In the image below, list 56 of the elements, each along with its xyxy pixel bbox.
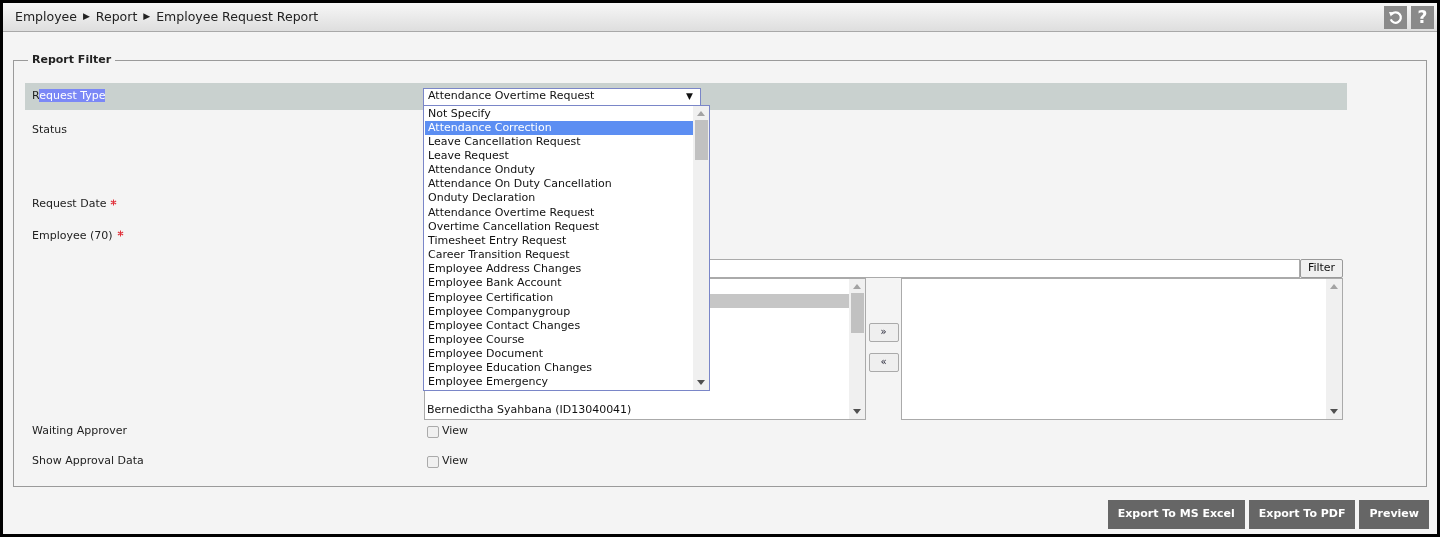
action-button[interactable]: Export To PDF xyxy=(1248,499,1356,529)
dropdown-option[interactable]: Employee Address Changes xyxy=(425,262,693,277)
dropdown-option[interactable]: Employee Course xyxy=(425,333,693,348)
action-button[interactable]: Preview xyxy=(1359,499,1429,529)
scroll-thumb[interactable] xyxy=(694,119,708,160)
dropdown-option[interactable]: Leave Request xyxy=(425,148,693,164)
field-label: Show Approval Data xyxy=(32,453,144,470)
scrollbar[interactable] xyxy=(693,105,709,390)
refresh-button[interactable] xyxy=(1384,5,1407,29)
dropdown-option[interactable]: Employee Document xyxy=(425,347,693,362)
checkbox-label: View xyxy=(442,453,469,470)
scroll-down-icon xyxy=(1330,408,1338,414)
dropdown-option[interactable]: Leave Cancellation Request xyxy=(425,134,693,149)
field-label: Request Date xyxy=(32,196,107,213)
select-field[interactable]: Attendance Overtime Request ▼ xyxy=(423,87,701,106)
dropdown-option[interactable]: Career Transition Request xyxy=(425,248,693,263)
move-button[interactable]: « xyxy=(868,352,899,372)
scroll-up-icon xyxy=(853,283,861,289)
checkbox-label: View xyxy=(442,423,469,440)
dropdown-option[interactable]: Timesheet Entry Request xyxy=(425,233,693,249)
dropdown-option[interactable]: Attendance On Duty Cancellation xyxy=(425,177,693,192)
breadcrumb-item[interactable]: Employee Request Report xyxy=(156,7,319,27)
checkbox[interactable] xyxy=(427,425,439,438)
breadcrumb-separator: ▶ xyxy=(82,10,90,24)
filter-button[interactable]: Filter xyxy=(1300,258,1343,278)
dropdown-option[interactable]: Employee Education Changes xyxy=(425,361,693,376)
dropdown-option[interactable]: Employee Certification xyxy=(425,290,693,305)
breadcrumb-item[interactable]: Report xyxy=(95,7,138,27)
dropdown-option[interactable]: Overtime Cancellation Request xyxy=(425,219,693,234)
breadcrumb-item[interactable]: Employee xyxy=(15,7,77,27)
dropdown-option[interactable]: Onduty Declaration xyxy=(425,191,693,206)
list-item[interactable]: Bernedictha Syahbana (ID13040041) xyxy=(425,402,849,417)
breadcrumb-separator: ▶ xyxy=(143,10,151,24)
field-label: Request Type xyxy=(32,87,106,104)
scroll-thumb[interactable] xyxy=(850,292,864,333)
dropdown-option[interactable]: Attendance Onduty xyxy=(425,163,693,178)
field-label: Status xyxy=(32,121,68,138)
scroll-down-icon xyxy=(697,379,705,385)
field-label: Employee (70) xyxy=(32,227,113,244)
checkbox[interactable] xyxy=(427,455,439,468)
dropdown-option[interactable]: Not Specify xyxy=(425,106,693,121)
dropdown-option[interactable]: Employee Contact Changes xyxy=(425,318,693,333)
dropdown-arrow: ▼ xyxy=(686,89,693,103)
move-button[interactable]: » xyxy=(868,322,899,342)
dropdown-option[interactable]: Employee Bank Account xyxy=(425,276,693,291)
scrollbar[interactable] xyxy=(849,278,865,419)
field-label: Waiting Approver xyxy=(32,423,128,440)
dropdown-option[interactable]: Employee Companygroup xyxy=(425,304,693,319)
panel-legend: Report Filter xyxy=(28,52,116,69)
dropdown-option[interactable]: Employee Emergency xyxy=(425,375,693,390)
refresh-icon xyxy=(1388,9,1403,25)
scroll-down-icon xyxy=(853,408,861,414)
dropdown-option[interactable]: Attendance Overtime Request xyxy=(425,205,693,220)
scrollbar[interactable] xyxy=(1326,278,1342,419)
action-button[interactable]: Export To MS Excel xyxy=(1107,499,1245,529)
scroll-up-icon xyxy=(1330,283,1338,289)
